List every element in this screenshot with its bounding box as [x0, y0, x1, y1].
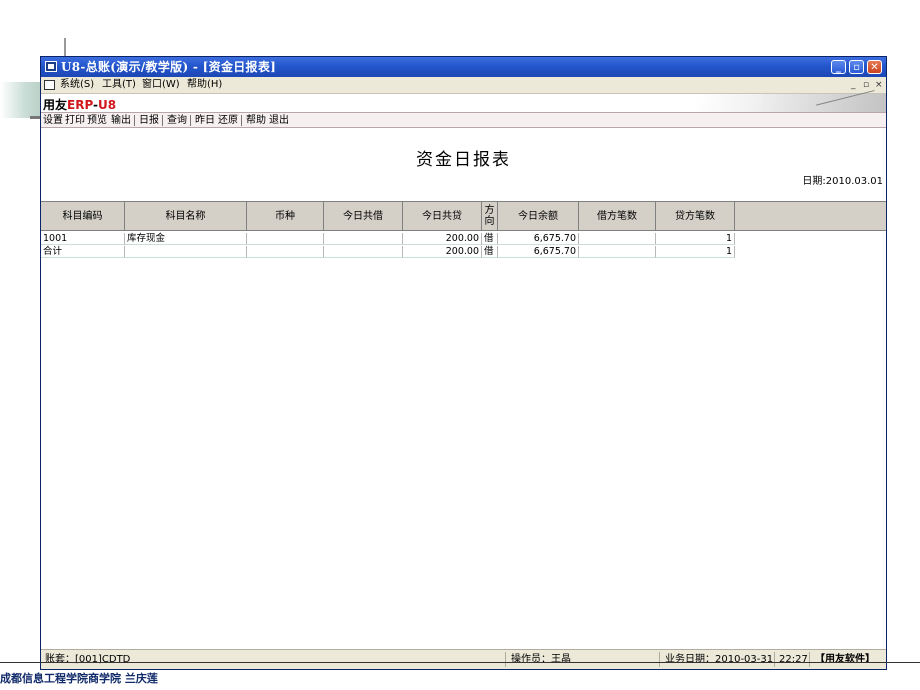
toolbar-separator	[190, 115, 191, 126]
status-separator	[774, 652, 775, 667]
minimize-button[interactable]: _	[831, 60, 846, 74]
status-time: 22:27	[779, 654, 808, 665]
cell-currency[interactable]	[247, 233, 324, 245]
cell-code[interactable]: 合计	[41, 246, 125, 258]
cell-debit[interactable]	[324, 246, 403, 258]
slide-footer: 成都信息工程学院商学院 兰庆莲	[0, 672, 158, 685]
cell-debit-count[interactable]	[579, 233, 656, 245]
mdi-minimize-button[interactable]: _	[851, 80, 856, 90]
col-header-direction[interactable]: 方向	[482, 202, 498, 231]
tool-query[interactable]: 查询	[167, 114, 187, 127]
cell-credit-count[interactable]: 1	[656, 246, 735, 258]
cell-direction[interactable]: 借	[482, 233, 498, 245]
cell-debit[interactable]	[324, 233, 403, 245]
table-header: 科目编码 科目名称 币种 今日共借 今日共贷 方向 今日余额 借方笔数 贷方笔数	[41, 201, 886, 231]
cell-balance[interactable]: 6,675.70	[498, 246, 579, 258]
report-area: 资金日报表 日期:2010.03.01 科目编码 科目名称 币种 今日共借 今日…	[41, 129, 886, 649]
cell-credit[interactable]: 200.00	[403, 246, 482, 258]
close-button[interactable]: ✕	[867, 60, 882, 74]
tool-exit[interactable]: 退出	[269, 114, 289, 127]
tool-print[interactable]: 打印	[65, 114, 85, 127]
status-business-date: 业务日期：2010-03-31	[665, 654, 774, 665]
status-operator: 操作员：王晶	[511, 654, 571, 665]
slide-decoration-tick	[30, 116, 40, 119]
tool-daily-report[interactable]: 日报	[139, 114, 159, 127]
cell-credit[interactable]: 200.00	[403, 233, 482, 245]
cell-credit-count[interactable]: 1	[656, 233, 735, 245]
report-date: 日期:2010.03.01	[802, 176, 883, 187]
menu-tools[interactable]: 工具(T)	[102, 79, 136, 91]
cell-code[interactable]: 1001	[41, 233, 125, 245]
document-icon[interactable]	[44, 80, 55, 90]
tool-output[interactable]: 输出	[111, 114, 131, 127]
status-separator	[505, 652, 506, 667]
mdi-restore-button[interactable]: ▫	[863, 80, 869, 90]
title-bar[interactable]: U8-总账(演示/教学版) - [资金日报表] _ ▫ ✕	[41, 57, 886, 77]
tool-settings[interactable]: 设置	[43, 114, 63, 127]
col-header-credit-count[interactable]: 贷方笔数	[656, 202, 735, 231]
app-window: U8-总账(演示/教学版) - [资金日报表] _ ▫ ✕ 系统(S) 工具(T…	[40, 56, 887, 670]
col-header-code[interactable]: 科目编码	[41, 202, 125, 231]
menu-window[interactable]: 窗口(W)	[142, 79, 180, 91]
maximize-button[interactable]: ▫	[849, 60, 864, 74]
tool-help[interactable]: 帮助	[246, 114, 266, 127]
cell-name[interactable]	[125, 246, 247, 258]
status-separator	[659, 652, 660, 667]
menu-bar: 系统(S) 工具(T) 窗口(W) 帮助(H) _ ▫ ×	[41, 77, 886, 94]
toolbar-separator	[134, 115, 135, 126]
window-title: U8-总账(演示/教学版) - [资金日报表]	[61, 60, 277, 74]
col-header-debit-count[interactable]: 借方笔数	[579, 202, 656, 231]
cell-name[interactable]: 库存现金	[125, 233, 247, 245]
toolbar-separator	[162, 115, 163, 126]
app-icon	[45, 61, 57, 72]
mdi-close-button[interactable]: ×	[875, 80, 883, 90]
col-header-currency[interactable]: 币种	[247, 202, 324, 231]
cell-direction[interactable]: 借	[482, 246, 498, 258]
slide-decoration-line	[64, 38, 66, 56]
menu-help[interactable]: 帮助(H)	[187, 79, 222, 91]
toolbar-separator	[241, 115, 242, 126]
brand-bar: 用友ERP-U8	[41, 94, 886, 124]
col-header-credit[interactable]: 今日共贷	[403, 202, 482, 231]
brand-logo: 用友ERP-U8	[43, 98, 117, 112]
report-title: 资金日报表	[416, 150, 511, 170]
status-separator	[809, 652, 810, 667]
menu-system[interactable]: 系统(S)	[60, 79, 94, 91]
tool-yesterday[interactable]: 昨日	[195, 114, 215, 127]
col-header-debit[interactable]: 今日共借	[324, 202, 403, 231]
cell-debit-count[interactable]	[579, 246, 656, 258]
status-account: 账套：[001]CDTD	[45, 654, 131, 665]
cell-currency[interactable]	[247, 246, 324, 258]
status-software: 【用友软件】	[815, 654, 875, 665]
col-header-balance[interactable]: 今日余额	[498, 202, 579, 231]
toolbar: 设置 打印 预览 输出 日报 查询 昨日 还原 帮助 退出	[41, 112, 886, 128]
slide-decoration-band	[0, 82, 42, 118]
status-bar: 账套：[001]CDTD 操作员：王晶 业务日期：2010-03-31 22:2…	[41, 649, 886, 669]
tool-preview[interactable]: 预览	[87, 114, 107, 127]
col-header-name[interactable]: 科目名称	[125, 202, 247, 231]
footer-line	[0, 662, 920, 663]
cell-balance[interactable]: 6,675.70	[498, 233, 579, 245]
tool-restore[interactable]: 还原	[218, 114, 238, 127]
